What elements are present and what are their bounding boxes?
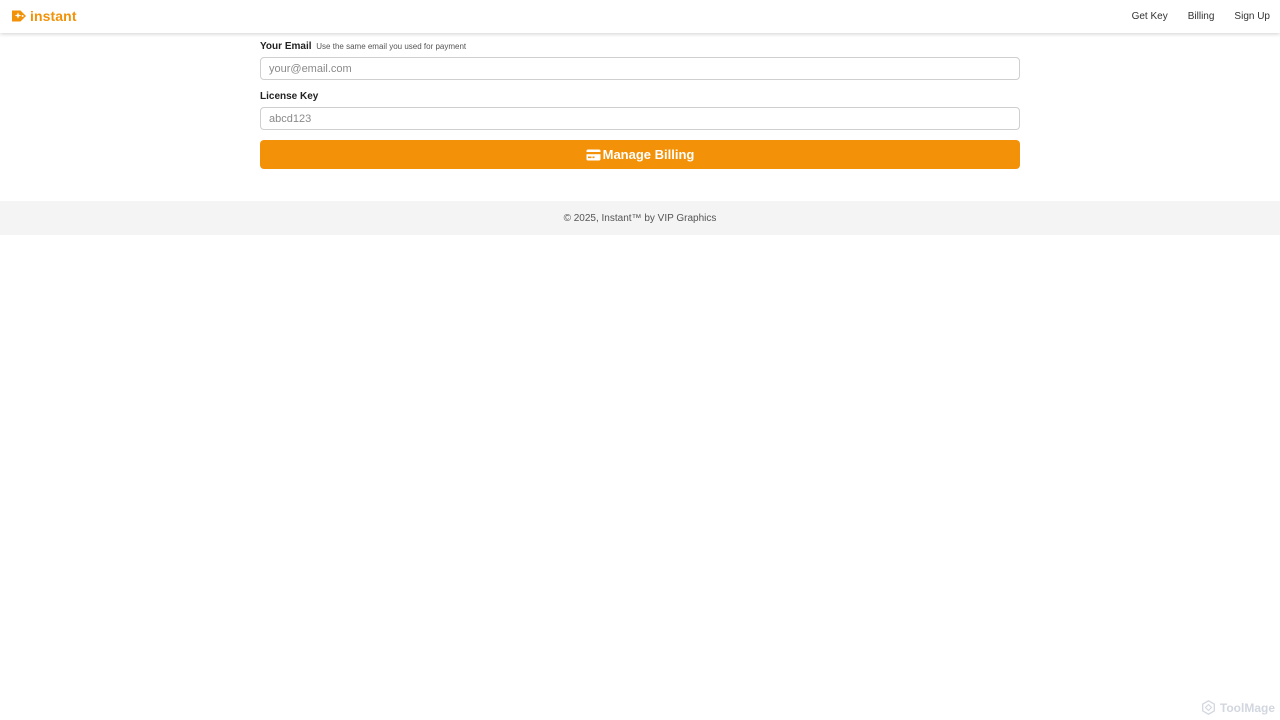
hexagon-logo-icon	[1201, 700, 1216, 715]
manage-billing-label: Manage Billing	[602, 147, 695, 162]
license-group: License Key	[260, 90, 1020, 130]
nav-get-key-link[interactable]: Get Key	[1132, 11, 1168, 23]
credit-card-icon	[586, 149, 601, 161]
brand-name: instant	[30, 8, 77, 24]
nav-sign-up-link[interactable]: Sign Up	[1234, 11, 1270, 23]
license-key-input[interactable]	[260, 107, 1020, 130]
watermark-text: ToolMage	[1219, 700, 1275, 715]
top-navbar: instant Get Key Billing Sign Up	[0, 0, 1280, 33]
license-label: License Key	[260, 91, 319, 102]
sparkle-tag-icon	[11, 8, 27, 24]
email-label-text: Your Email	[260, 41, 312, 52]
toolmage-watermark: ToolMage	[1201, 700, 1275, 715]
email-label: Your Email Use the same email you used f…	[260, 40, 1020, 53]
billing-form: Your Email Use the same email you used f…	[260, 40, 1020, 169]
email-input[interactable]	[260, 57, 1020, 80]
email-hint: Use the same email you used for payment	[316, 42, 467, 51]
footer-copyright: © 2025, Instant™ by VIP Graphics	[563, 212, 717, 224]
brand-logo-link[interactable]: instant	[11, 8, 77, 24]
manage-billing-button[interactable]: Manage Billing	[260, 140, 1020, 169]
main-nav: Get Key Billing Sign Up	[1132, 0, 1270, 33]
nav-billing-link[interactable]: Billing	[1188, 11, 1215, 23]
page-footer: © 2025, Instant™ by VIP Graphics	[0, 201, 1280, 235]
